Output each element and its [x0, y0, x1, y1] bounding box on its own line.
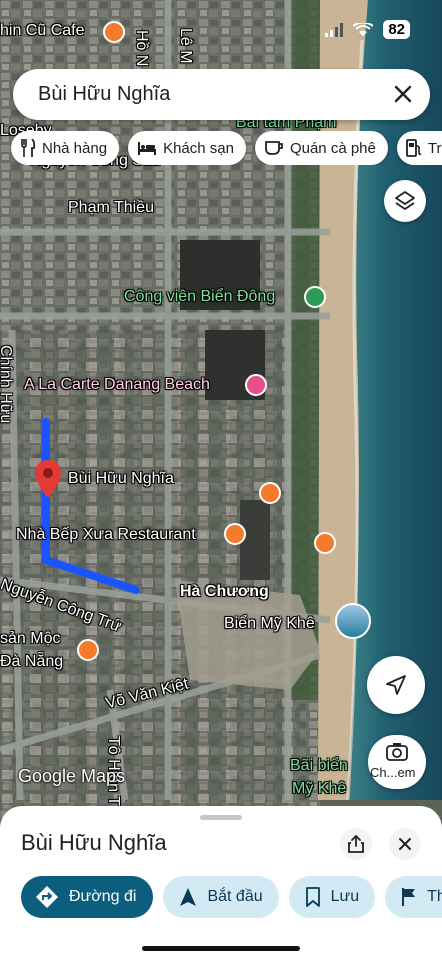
map-label-pham-thieu: Phạm Thiều [68, 199, 154, 216]
fork-knife-icon [21, 139, 36, 157]
map-label-bien-my-khe[interactable]: Biển Mỹ Khê [224, 615, 315, 633]
directions-label: Đường đi [69, 888, 137, 905]
place-title: Bùi Hữu Nghĩa [21, 830, 167, 855]
coffee-cup-icon [265, 141, 283, 155]
camera-lens-icon [386, 743, 408, 761]
lens-button[interactable] [368, 735, 426, 789]
restaurant-pin-icon[interactable] [259, 482, 281, 504]
status-bar: 82 [0, 0, 442, 60]
restaurant-pin-icon[interactable] [224, 523, 246, 545]
close-sheet-button[interactable] [389, 828, 421, 860]
gas-pump-icon [405, 139, 422, 157]
map-label-nha-bep[interactable]: Nhà Bếp Xưa Restaurant [16, 526, 196, 544]
map-label-a-la-carte[interactable]: A La Carte Danang Beach [24, 376, 210, 394]
category-chips: Nhà hàng Khách sạn Quán cà phê Trạ [11, 131, 442, 165]
home-indicator [142, 946, 300, 951]
add-label-button[interactable]: Thê [385, 876, 442, 918]
sheet-drag-handle[interactable] [200, 815, 242, 820]
directions-icon [36, 886, 58, 908]
map-label-park[interactable]: Công viên Biển Đông [124, 288, 275, 306]
map-label-chinh-huu: Chính Hữu [0, 345, 14, 424]
signal-icon [325, 22, 344, 37]
lens-label[interactable]: Ch...em [370, 765, 426, 780]
start-button[interactable]: Bắt đầu [163, 876, 279, 918]
action-buttons: Đường đi Bắt đầu Lưu Thê [21, 876, 442, 918]
battery-indicator: 82 [383, 20, 410, 39]
restaurant-pin-icon[interactable] [77, 639, 99, 661]
navigation-arrow-icon [386, 675, 406, 695]
map-label-my-khe[interactable]: Mỹ Khê [292, 780, 346, 798]
map-label-pin[interactable]: Bùi Hữu Nghĩa [68, 470, 174, 488]
close-icon [399, 838, 411, 850]
chip-label: Quán cà phê [289, 139, 376, 157]
google-maps-logo: Google Maps [18, 766, 126, 786]
directions-button[interactable]: Đường đi [21, 876, 154, 918]
chip-restaurants[interactable]: Nhà hàng [11, 131, 120, 165]
layers-icon [395, 191, 415, 210]
beach-photo-thumbnail[interactable] [335, 603, 371, 639]
layers-button[interactable] [384, 180, 426, 222]
chip-cafes[interactable]: Quán cà phê [254, 131, 388, 165]
save-button[interactable]: Lưu [288, 876, 376, 918]
map-label-ha-chuong: Hà Chương [180, 583, 269, 600]
bookmark-icon [305, 887, 320, 907]
search-query[interactable]: Bùi Hữu Nghĩa [38, 83, 170, 106]
share-icon [348, 835, 364, 853]
add-label-label: Thê [427, 888, 442, 905]
navigation-arrow-icon [180, 888, 197, 906]
hotel-pin-icon[interactable] [245, 374, 267, 396]
start-label: Bắt đầu [207, 888, 263, 905]
search-bar[interactable]: Bùi Hữu Nghĩa [13, 69, 430, 120]
park-pin-icon[interactable] [304, 286, 326, 308]
map-label-da-nang[interactable]: Đà Nẵng [0, 653, 63, 671]
chip-gas[interactable]: Trạ [396, 131, 442, 165]
place-bottom-sheet[interactable]: Bùi Hữu Nghĩa Đường đi Bắt đầu Lưu Th [0, 806, 442, 960]
my-location-button[interactable] [367, 656, 425, 714]
location-pin-icon[interactable] [35, 460, 61, 498]
chip-hotels[interactable]: Khách sạn [128, 131, 246, 165]
chip-label: Trạ [427, 139, 442, 157]
save-label: Lưu [330, 888, 360, 905]
flag-icon [402, 888, 416, 906]
bed-icon [138, 142, 157, 155]
wifi-icon [353, 22, 374, 36]
share-button[interactable] [340, 828, 372, 860]
close-icon[interactable] [390, 81, 416, 107]
restaurant-pin-icon[interactable] [314, 532, 336, 554]
map-label-san-moc[interactable]: sản Mộc [0, 630, 60, 648]
map-label-bai-bien[interactable]: Bãi biển [290, 757, 348, 775]
chip-label: Nhà hàng [42, 139, 108, 157]
chip-label: Khách sạn [163, 139, 234, 157]
